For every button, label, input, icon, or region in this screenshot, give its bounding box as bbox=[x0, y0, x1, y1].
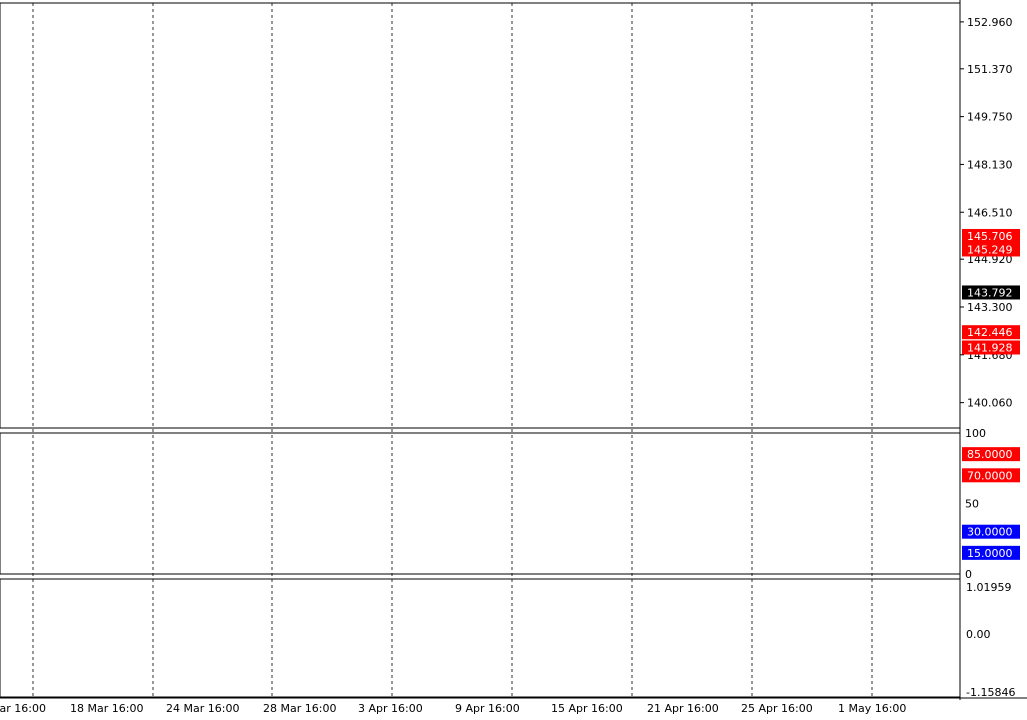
level-tag-label-2: 142.446 bbox=[967, 326, 1013, 339]
price-tick-label: 146.510 bbox=[967, 206, 1013, 219]
stoch-tick-label: 100 bbox=[965, 427, 986, 440]
macd-tick-label: 0.00 bbox=[966, 628, 991, 641]
time-tick-label: 25 Apr 16:00 bbox=[741, 702, 813, 715]
price-tick-label: 151.370 bbox=[967, 63, 1013, 76]
price-tick-label: 152.960 bbox=[967, 16, 1013, 29]
level-tag-label-4: 143.792 bbox=[967, 286, 1013, 299]
stoch-tick-label: 0 bbox=[965, 568, 972, 581]
price-tick-label: 143.300 bbox=[967, 301, 1013, 314]
time-tick-label: 9 Apr 16:00 bbox=[455, 702, 520, 715]
stoch-tick-label: 50 bbox=[965, 498, 979, 511]
forex-chart[interactable]: 152.960151.370149.750148.130146.510144.9… bbox=[0, 0, 1027, 720]
chart-background bbox=[0, 0, 1027, 720]
time-tick-label: 24 Mar 16:00 bbox=[166, 702, 239, 715]
macd-tick-label: 1.01959 bbox=[966, 581, 1012, 594]
level-tag-label-3: 141.928 bbox=[967, 341, 1013, 354]
stoch-level-tag-label-3: 30.0000 bbox=[967, 526, 1013, 539]
time-tick-label: 15 Apr 16:00 bbox=[551, 702, 623, 715]
time-tick-label: Mar 16:00 bbox=[0, 702, 46, 715]
macd-tick-label: -1.15846 bbox=[966, 686, 1015, 699]
price-tick-label: 149.750 bbox=[967, 111, 1013, 124]
time-tick-label: 1 May 16:00 bbox=[838, 702, 906, 715]
level-tag-label-1: 145.249 bbox=[967, 243, 1013, 256]
axes: 152.960151.370149.750148.130146.510144.9… bbox=[0, 0, 1027, 720]
time-tick-label: 18 Mar 16:00 bbox=[70, 702, 143, 715]
level-tag-label-0: 145.706 bbox=[967, 230, 1013, 243]
price-tick-label: 140.060 bbox=[967, 397, 1013, 410]
stoch-level-tag-label-4: 15.0000 bbox=[967, 547, 1013, 560]
stoch-level-tag-label-1: 70.0000 bbox=[967, 469, 1013, 482]
price-tick-label: 148.130 bbox=[967, 158, 1013, 171]
time-tick-label: 3 Apr 16:00 bbox=[358, 702, 423, 715]
stoch-level-tag-label-0: 85.0000 bbox=[967, 448, 1013, 461]
time-tick-label: 21 Apr 16:00 bbox=[647, 702, 719, 715]
time-tick-label: 28 Mar 16:00 bbox=[263, 702, 336, 715]
